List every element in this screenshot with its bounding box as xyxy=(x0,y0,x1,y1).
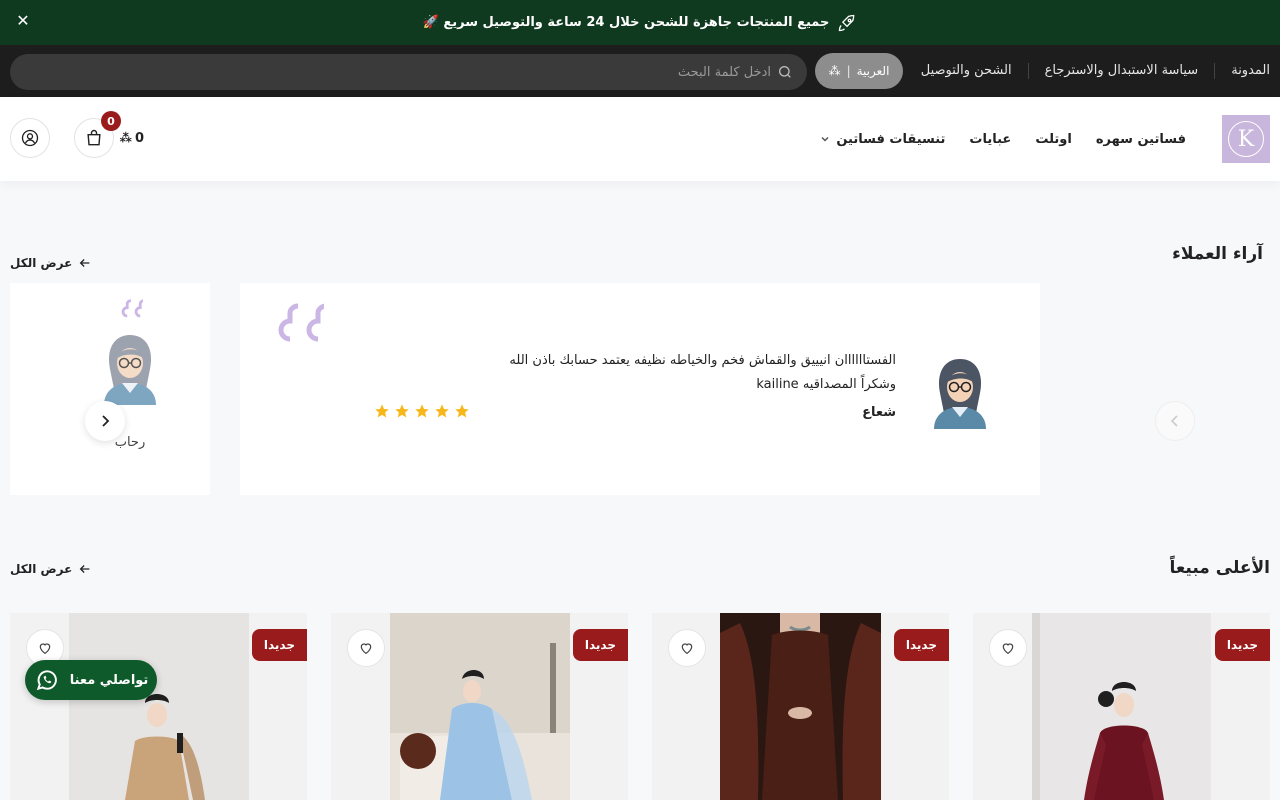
bestsellers-view-all[interactable]: عرض الكل xyxy=(10,562,92,576)
whatsapp-label: تواصلي معنا xyxy=(69,672,149,688)
product-image[interactable] xyxy=(1032,613,1211,800)
customer-avatar xyxy=(934,359,986,429)
link-blog[interactable]: المدونة xyxy=(1214,63,1270,79)
testimonials-view-all[interactable]: عرض الكل xyxy=(10,256,92,270)
nav-outlet[interactable]: اوتلت xyxy=(1035,132,1072,147)
search-bar[interactable] xyxy=(10,54,807,90)
testimonial-author: رحاب xyxy=(114,435,146,450)
testimonials-title: آراء العملاء xyxy=(1172,244,1263,264)
search-icon[interactable] xyxy=(777,64,793,80)
link-shipping[interactable]: الشحن والتوصيل xyxy=(905,63,1028,79)
cart-count-badge: 0 xyxy=(101,111,121,131)
product-card[interactable]: جديدا xyxy=(652,613,949,800)
star-icon xyxy=(375,404,389,418)
testimonial-text: الفستاااااان انيييق والقماش فخم والخياطه… xyxy=(509,353,896,392)
language-currency-button[interactable]: العربية | ⁂ xyxy=(815,53,903,89)
announcement-text: جميع المنتجات جاهزة للشحن خلال 24 ساعة و… xyxy=(422,15,830,30)
testimonial-author: شعاع xyxy=(862,405,896,420)
rating-stars xyxy=(374,403,470,419)
top-links-bar: المدونة سياسة الاستبدال والاسترجاع الشحن… xyxy=(0,45,1280,97)
star-icon xyxy=(415,404,429,418)
chevron-left-icon xyxy=(1170,415,1178,427)
star-icon xyxy=(455,404,469,418)
rocket-icon xyxy=(839,14,855,31)
bestsellers-title: الأعلى مبيعاً xyxy=(1169,558,1270,578)
currency-symbol: ⁂ xyxy=(119,131,132,145)
heart-icon xyxy=(1002,643,1014,655)
quote-icon xyxy=(121,299,143,318)
new-badge: جديدا xyxy=(572,629,628,661)
main-header: K فساتين سهره اوتلت عبايات تنسيقات فساتي… xyxy=(0,97,1280,181)
product-card[interactable]: جديدا xyxy=(973,613,1270,800)
nav-label: فساتين سهره xyxy=(1095,131,1186,147)
search-input[interactable] xyxy=(51,64,771,80)
user-icon xyxy=(21,129,39,147)
nav-label: تنسيقات فساتين xyxy=(836,131,946,147)
shopping-bag-icon xyxy=(87,129,101,146)
star-icon xyxy=(395,404,409,418)
arrow-left-icon xyxy=(79,565,90,573)
whatsapp-contact-button[interactable]: تواصلي معنا xyxy=(25,660,157,700)
main-nav: فساتين سهره اوتلت عبايات تنسيقات فساتين xyxy=(820,97,1186,181)
product-card[interactable]: جديدا xyxy=(331,613,628,800)
wishlist-button[interactable] xyxy=(668,629,706,667)
nav-evening-dresses[interactable]: فساتين سهره xyxy=(1096,132,1186,147)
new-badge: جديدا xyxy=(251,629,307,661)
view-all-label: عرض الكل xyxy=(10,562,73,576)
cart-total-value: 0 xyxy=(134,130,144,146)
heart-icon xyxy=(681,643,693,655)
cart-button[interactable]: 0 xyxy=(74,111,121,158)
link-return-policy[interactable]: سياسة الاستبدال والاسترجاع xyxy=(1027,63,1215,79)
announcement-bar: جميع المنتجات جاهزة للشحن خلال 24 ساعة و… xyxy=(0,0,1280,45)
heart-icon xyxy=(39,643,51,655)
nav-abayas[interactable]: عبايات xyxy=(969,132,1011,147)
wishlist-button[interactable] xyxy=(989,629,1027,667)
new-badge: جديدا xyxy=(1214,629,1270,661)
view-all-label: عرض الكل xyxy=(10,256,73,270)
separator: | xyxy=(846,64,851,78)
chevron-right-icon xyxy=(102,415,110,427)
new-badge: جديدا xyxy=(893,629,949,661)
product-image[interactable] xyxy=(390,613,570,800)
nav-label: اوتلت xyxy=(1035,131,1072,147)
nav-dress-outfits[interactable]: تنسيقات فساتين xyxy=(820,132,945,147)
cart-total: 0 ⁂ xyxy=(114,131,144,146)
arrow-left-icon xyxy=(79,259,90,267)
header-actions: 0 ⁂ 0 xyxy=(10,111,144,158)
product-card[interactable]: جديدا xyxy=(10,613,307,800)
logo-mark: K xyxy=(1228,121,1264,157)
store-logo[interactable]: K xyxy=(1222,115,1270,163)
testimonial-card: الفستاااااان انيييق والقماش فخم والخياطه… xyxy=(240,283,1040,495)
currency-icon: ⁂ xyxy=(828,64,841,78)
star-icon xyxy=(435,404,449,418)
heart-icon xyxy=(360,643,372,655)
wishlist-button[interactable] xyxy=(347,629,385,667)
product-image[interactable] xyxy=(69,613,249,800)
product-image[interactable] xyxy=(720,613,881,800)
top-links: المدونة سياسة الاستبدال والاسترجاع الشحن… xyxy=(905,45,1270,97)
carousel-prev-button[interactable] xyxy=(1155,401,1195,441)
whatsapp-icon xyxy=(36,670,57,691)
customer-avatar xyxy=(104,335,156,405)
account-button[interactable] xyxy=(10,118,50,158)
testimonial-card-side: رحاب xyxy=(10,283,210,495)
close-icon[interactable]: ✕ xyxy=(14,12,32,30)
nav-label: عبايات xyxy=(969,131,1012,147)
quote-icon xyxy=(278,303,324,342)
carousel-next-button[interactable] xyxy=(85,401,125,441)
chevron-down-icon xyxy=(821,136,829,142)
language-label: العربية xyxy=(856,64,890,78)
